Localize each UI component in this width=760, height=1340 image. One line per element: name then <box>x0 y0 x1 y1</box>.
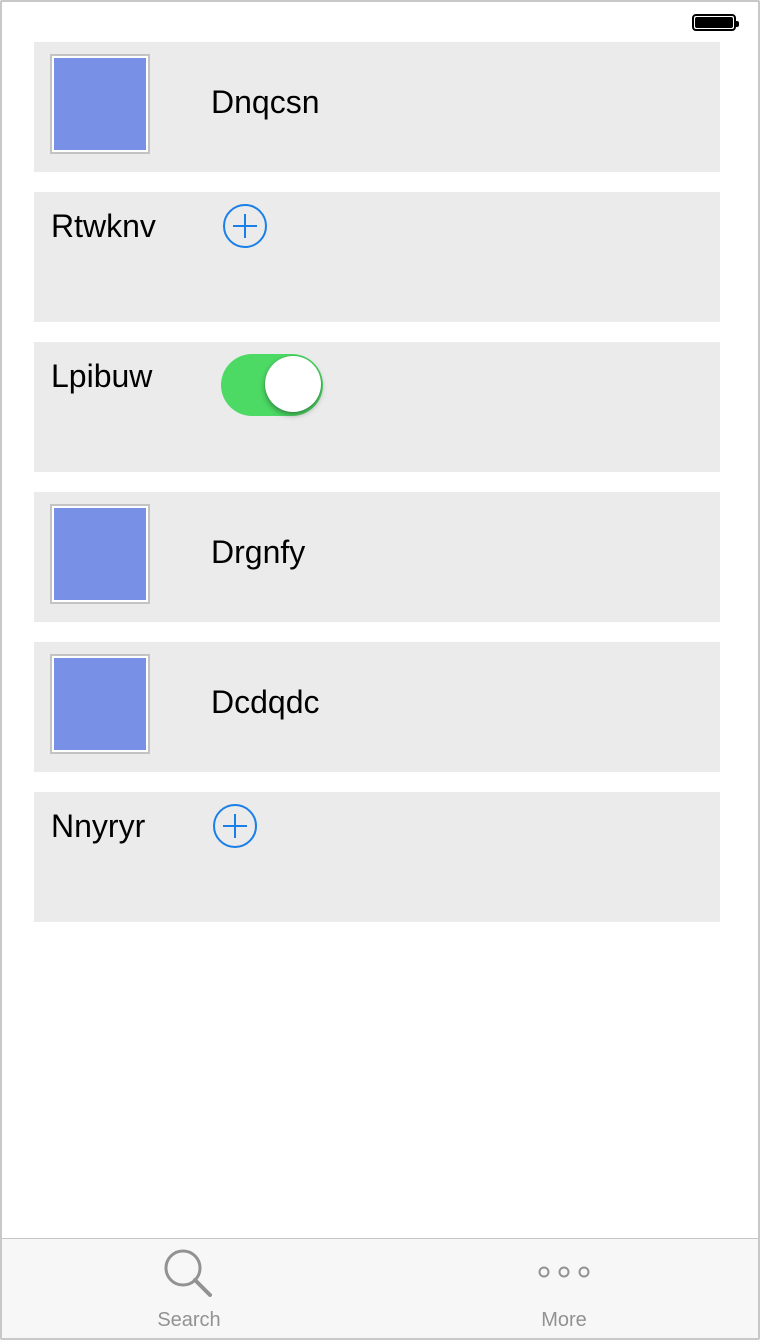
list-row-image[interactable]: Dcdqdc <box>34 642 720 772</box>
plus-circle-icon <box>213 804 257 848</box>
tab-bar: Search More <box>2 1238 758 1338</box>
list-row-add: Rtwknv <box>34 192 720 322</box>
tab-label: More <box>541 1309 587 1331</box>
row-title: Lpibuw <box>51 358 153 394</box>
tab-more[interactable]: More <box>464 1239 664 1338</box>
row-title: Rtwknv <box>51 208 156 244</box>
battery-icon <box>692 14 739 31</box>
more-icon <box>538 1266 590 1278</box>
app-screen: Dnqcsn Rtwknv Lpibuw Drgnfy Dcdqdc Nnyry… <box>0 0 760 1340</box>
row-title: Dnqcsn <box>211 84 320 120</box>
list-row-toggle: Lpibuw <box>34 342 720 472</box>
list-row-image[interactable]: Drgnfy <box>34 492 720 622</box>
row-title: Drgnfy <box>211 534 306 570</box>
tab-search[interactable]: Search <box>89 1239 289 1338</box>
list-row-add: Nnyryr <box>34 792 720 922</box>
row-title: Dcdqdc <box>211 684 320 720</box>
thumbnail-image <box>50 504 150 604</box>
thumbnail-image <box>50 654 150 754</box>
plus-circle-icon <box>223 204 267 248</box>
row-title: Nnyryr <box>51 808 146 844</box>
list-row-image[interactable]: Dnqcsn <box>34 42 720 172</box>
add-button[interactable] <box>213 804 257 848</box>
toggle-switch[interactable] <box>221 354 323 416</box>
thumbnail-image <box>50 54 150 154</box>
search-icon <box>164 1249 212 1297</box>
toggle-knob <box>265 356 321 412</box>
add-button[interactable] <box>223 204 267 248</box>
tab-label: Search <box>157 1309 221 1331</box>
